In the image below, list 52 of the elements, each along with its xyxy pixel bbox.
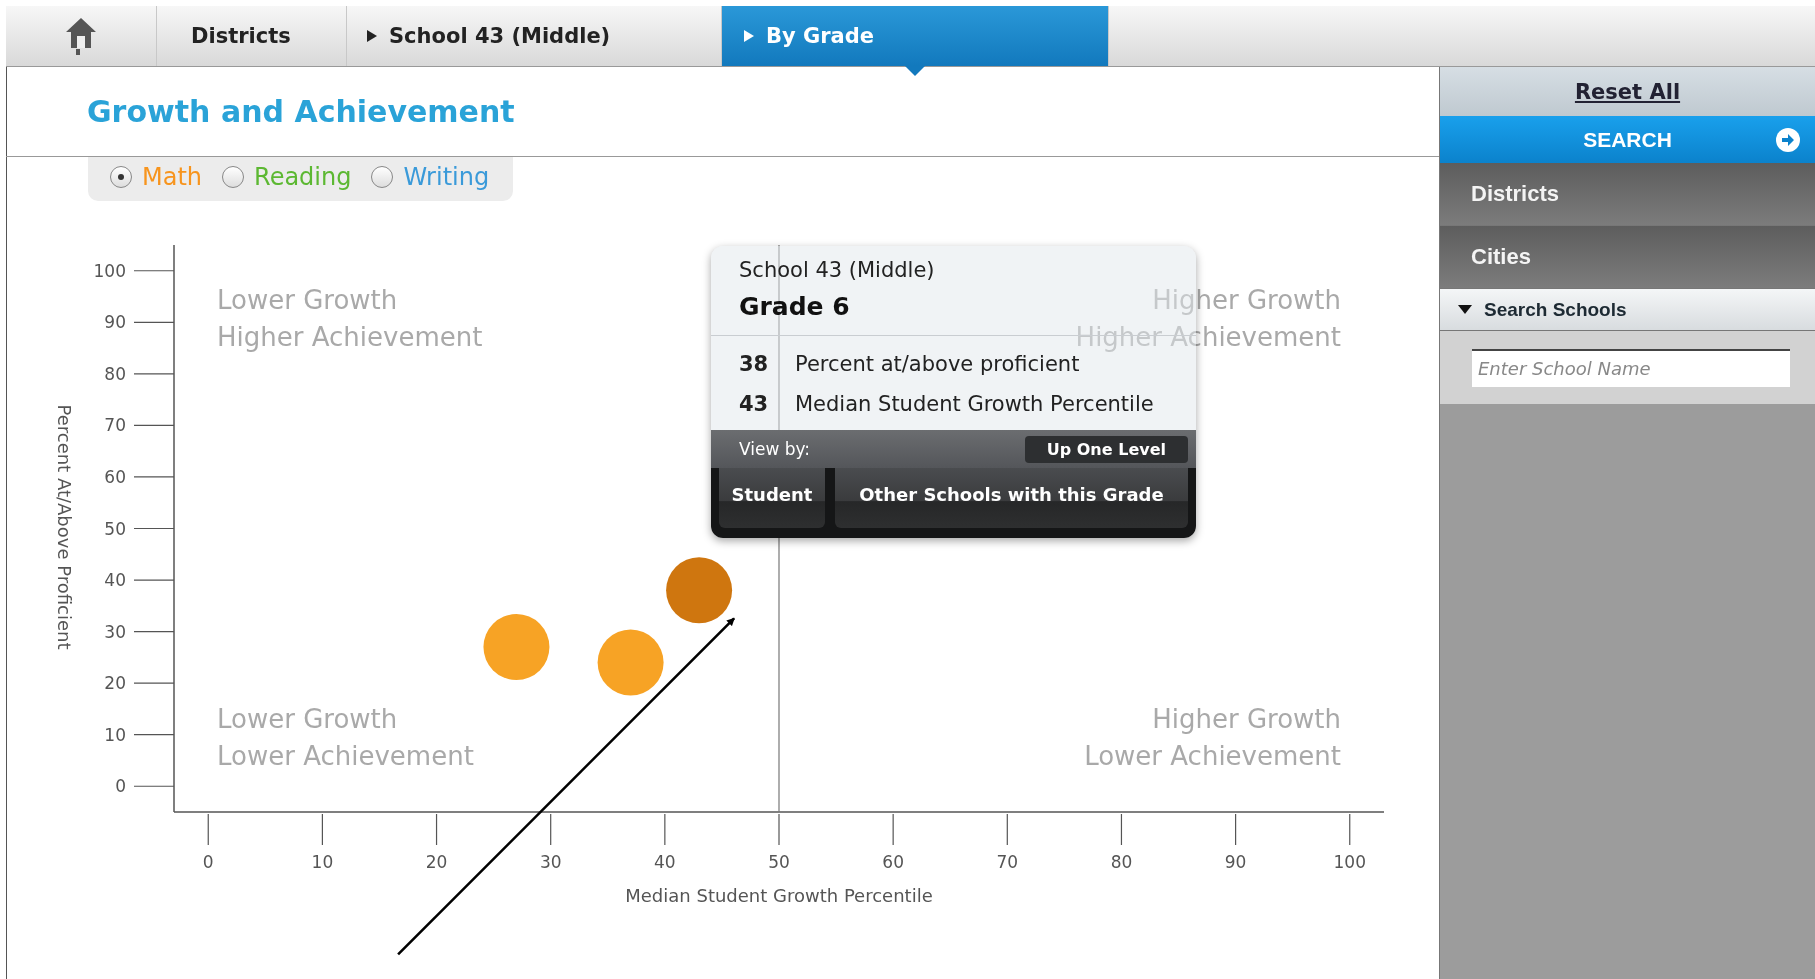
y-tick-label: 70	[104, 415, 126, 436]
x-tick-label: 30	[539, 852, 562, 872]
y-tick-label: 10	[104, 724, 126, 745]
y-tick-label: 50	[104, 518, 126, 539]
data-point[interactable]	[666, 557, 733, 624]
arrow-circle-icon	[1776, 128, 1800, 152]
page-title: Growth and Achievement	[87, 94, 515, 130]
y-axis-title: Percent At/Above Proficient	[54, 404, 75, 650]
y-tick-label: 80	[104, 363, 126, 384]
quadrant-label: Lower Growth Lower Achievement	[217, 704, 474, 771]
x-axis-title: Median Student Growth Percentile	[625, 885, 933, 906]
x-tick-label: 50	[768, 852, 790, 872]
y-tick-label: 40	[104, 570, 126, 591]
stat-value: 38	[739, 352, 770, 376]
home-icon[interactable]	[64, 16, 98, 56]
sidebar-section[interactable]: Cities	[1440, 226, 1815, 289]
up-one-level-button[interactable]: Up One Level	[1024, 435, 1188, 463]
y-tick-label: 30	[104, 621, 126, 642]
y-tick-label: 20	[104, 673, 126, 694]
tooltip-school: School 43 (Middle)	[739, 258, 936, 282]
y-tick-label: 100	[93, 260, 126, 281]
caret-icon	[367, 30, 377, 42]
data-point[interactable]	[483, 614, 550, 681]
view-by-button[interactable]: Other Schools with this Grade	[835, 468, 1188, 528]
x-tick-label: 70	[996, 852, 1019, 872]
reset-all-link[interactable]: Reset All	[1574, 79, 1681, 104]
quadrant-label: Higher Growth Lower Achievement	[1084, 704, 1341, 771]
stat-label: Percent at/above proficient	[795, 352, 1080, 376]
school-name-field[interactable]: Enter School Name	[1472, 348, 1790, 387]
x-tick-label: 20	[425, 852, 448, 872]
x-tick-label: 40	[654, 852, 676, 872]
data-point[interactable]	[597, 629, 664, 696]
y-tick-label: 0	[115, 776, 126, 797]
stat-label: Median Student Growth Percentile	[795, 392, 1154, 416]
breadcrumb[interactable]: Districts	[157, 6, 347, 66]
x-tick-label: 0	[202, 852, 214, 872]
sidebar-section[interactable]: Search Schools	[1440, 289, 1815, 331]
stat-value: 43	[739, 392, 770, 416]
x-tick-label: 100	[1333, 852, 1366, 872]
x-tick-label: 80	[1110, 852, 1133, 872]
view-by-button[interactable]: Student	[719, 468, 825, 528]
view-by-label: View by:	[739, 439, 811, 459]
caret-down-icon	[1458, 305, 1472, 314]
quadrant-label: Lower Growth Higher Achievement	[217, 285, 483, 352]
y-tick-label: 90	[104, 312, 126, 333]
caret-icon	[744, 30, 754, 42]
sidebar-section[interactable]: Districts	[1440, 163, 1815, 226]
x-tick-label: 90	[1224, 852, 1247, 872]
x-tick-label: 60	[882, 852, 904, 872]
selection-pointer	[905, 66, 925, 76]
y-tick-label: 60	[104, 466, 126, 487]
x-tick-label: 10	[311, 852, 334, 872]
